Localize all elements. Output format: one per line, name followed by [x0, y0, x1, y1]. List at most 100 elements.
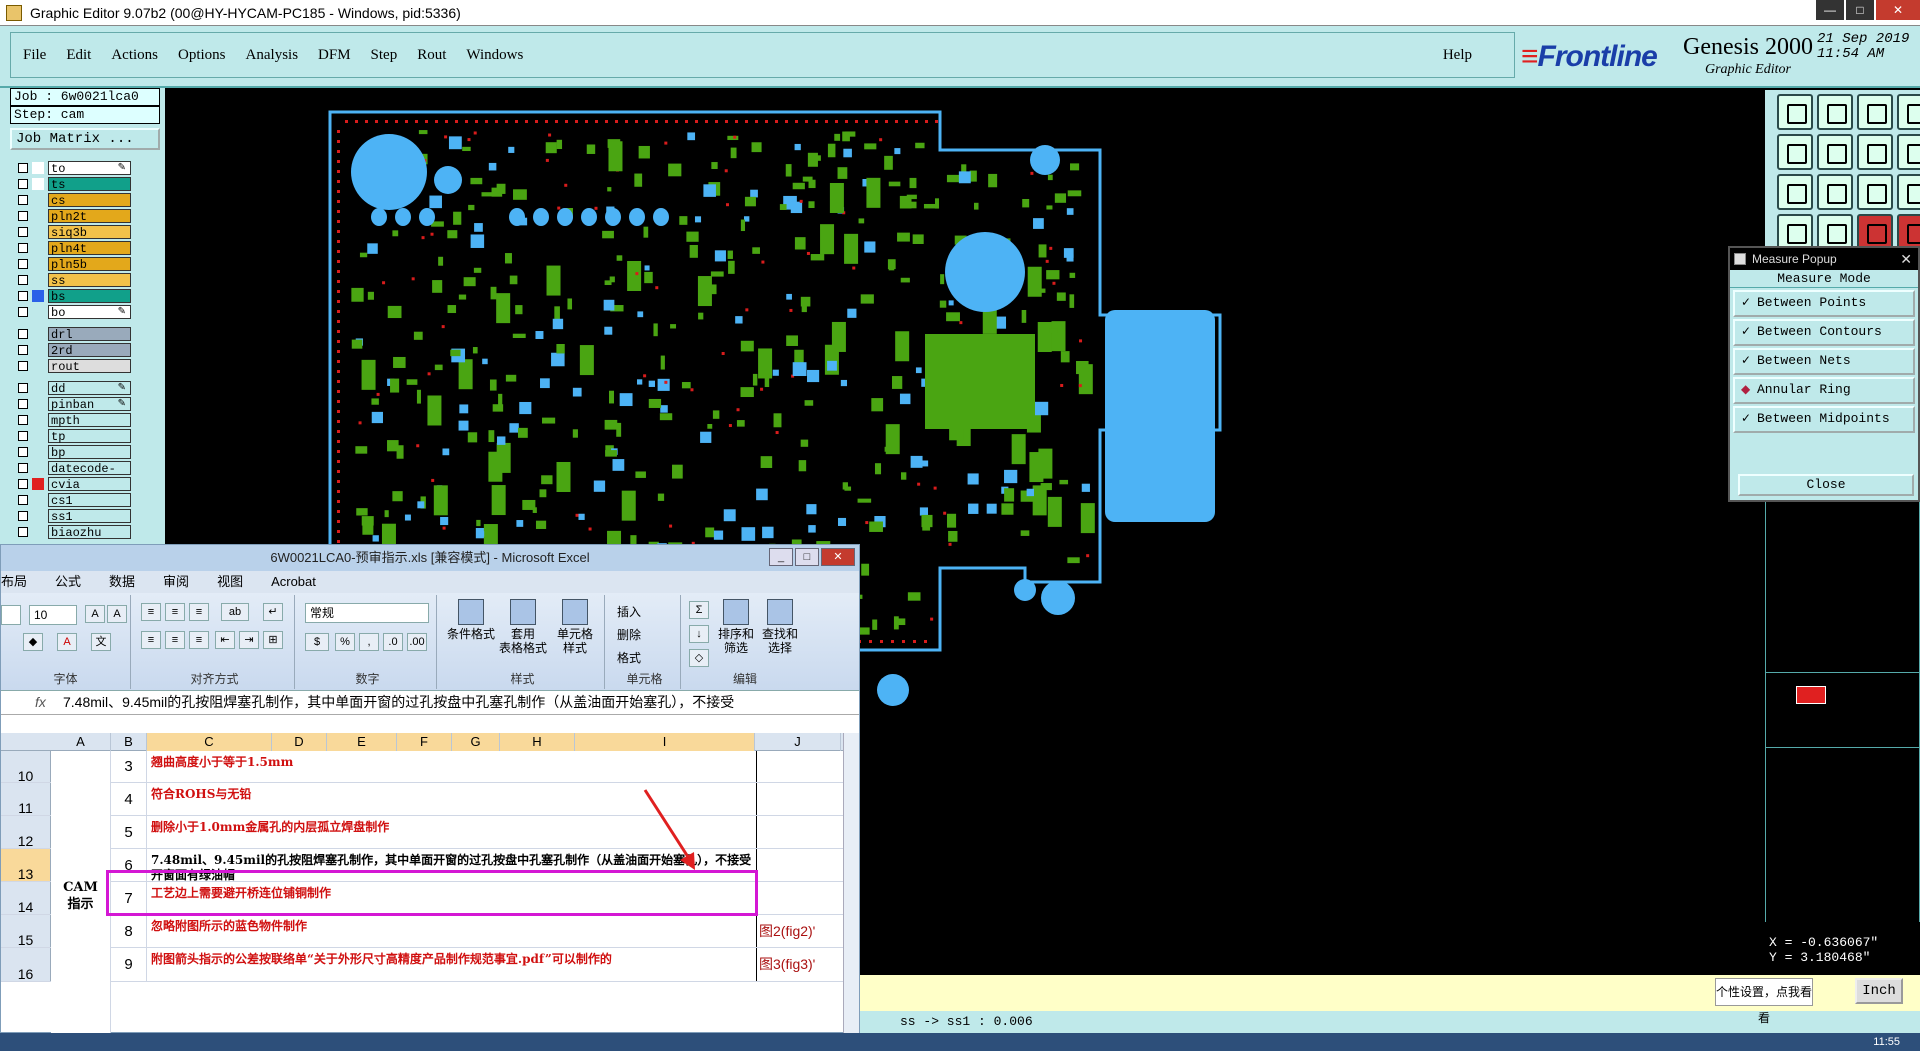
column-header[interactable]: I: [575, 733, 755, 751]
minimize-button[interactable]: —: [1816, 0, 1844, 20]
layer-affected-marker[interactable]: [32, 510, 44, 522]
comma-button[interactable]: ,: [359, 633, 379, 651]
layer-affected-marker[interactable]: [32, 162, 44, 174]
format-as-table-button[interactable]: 套用 表格格式: [497, 599, 549, 655]
measure-close-button[interactable]: Close: [1738, 474, 1914, 496]
layer-affected-marker[interactable]: [32, 446, 44, 458]
layer-affected-marker[interactable]: [32, 526, 44, 538]
layer-checkbox[interactable]: [18, 307, 28, 317]
layer-name[interactable]: pln4t: [48, 241, 131, 256]
view-tool-button[interactable]: [1817, 174, 1853, 210]
measure-option[interactable]: ✓ Between Points: [1733, 290, 1915, 317]
align-center-button[interactable]: ≡: [165, 631, 185, 649]
cell-c[interactable]: 附图箭头指示的公差按联络单“关于外形尺寸高精度产品制作规范事宜.pdf”可以制作…: [147, 948, 757, 981]
layer-checkbox[interactable]: [18, 259, 28, 269]
layer-affected-marker[interactable]: [32, 306, 44, 318]
units-button[interactable]: Inch: [1855, 978, 1903, 1004]
maximize-button[interactable]: □: [1846, 0, 1874, 20]
view-tool-button[interactable]: [1897, 214, 1920, 250]
align-top-button[interactable]: ≡: [141, 603, 161, 621]
layer-row[interactable]: pln2t: [10, 208, 135, 224]
layer-name[interactable]: dd ✎: [48, 381, 131, 396]
ribbon-tab[interactable]: 公式: [55, 571, 81, 593]
row-header[interactable]: 15: [1, 915, 51, 948]
layer-row[interactable]: dd ✎: [10, 380, 135, 396]
align-left-button[interactable]: ≡: [141, 631, 161, 649]
layer-name[interactable]: rout: [48, 359, 131, 374]
excel-minimize-button[interactable]: _: [769, 548, 793, 566]
layer-checkbox[interactable]: [18, 211, 28, 221]
layer-affected-marker[interactable]: [32, 478, 44, 490]
wrap-text-button[interactable]: ↵: [263, 603, 283, 621]
menu-actions[interactable]: Actions: [111, 47, 158, 64]
layer-affected-marker[interactable]: [32, 462, 44, 474]
column-header[interactable]: B: [111, 733, 147, 751]
cell-j-link[interactable]: [757, 882, 843, 914]
view-tool-button[interactable]: [1857, 94, 1893, 130]
increase-indent-button[interactable]: ⇥: [239, 631, 259, 649]
layer-row[interactable]: pln4t: [10, 240, 135, 256]
layer-name[interactable]: pinban ✎: [48, 397, 131, 412]
layer-checkbox[interactable]: [18, 383, 28, 393]
layer-checkbox[interactable]: [18, 179, 28, 189]
layer-name[interactable]: biaozhu: [48, 525, 131, 540]
orientation-button[interactable]: ab: [221, 603, 249, 621]
align-right-button[interactable]: ≡: [189, 631, 209, 649]
view-tool-button[interactable]: [1897, 134, 1920, 170]
format-cells-button[interactable]: 格式: [617, 647, 641, 670]
measure-option[interactable]: ✓ Between Contours: [1733, 319, 1915, 346]
layer-affected-marker[interactable]: [32, 290, 44, 302]
ribbon-tab[interactable]: 审阅: [163, 571, 189, 593]
layer-name[interactable]: ss1: [48, 509, 131, 524]
conditional-format-button[interactable]: 条件格式: [447, 599, 495, 641]
column-header[interactable]: C: [147, 733, 272, 751]
layer-affected-marker[interactable]: [32, 360, 44, 372]
cell-b[interactable]: 8: [111, 915, 147, 947]
layer-row[interactable]: mpth: [10, 412, 135, 428]
layer-checkbox[interactable]: [18, 275, 28, 285]
clear-button[interactable]: ◇: [689, 649, 709, 667]
layer-row[interactable]: cs: [10, 192, 135, 208]
view-tool-button[interactable]: [1897, 174, 1920, 210]
view-tool-button[interactable]: [1817, 94, 1853, 130]
font-name-select[interactable]: [1, 605, 21, 625]
view-tool-button[interactable]: [1777, 134, 1813, 170]
layer-row[interactable]: rout: [10, 358, 135, 374]
menu-help[interactable]: Help: [1443, 47, 1472, 64]
column-header[interactable]: G: [452, 733, 500, 751]
layer-checkbox[interactable]: [18, 431, 28, 441]
layer-checkbox[interactable]: [18, 495, 28, 505]
insert-cells-button[interactable]: 插入: [617, 601, 641, 624]
cell-j-link[interactable]: 图3(fig3)': [757, 948, 843, 981]
merge-center-button[interactable]: ⊞: [263, 631, 283, 649]
layer-affected-marker[interactable]: [32, 194, 44, 206]
layer-affected-marker[interactable]: [32, 414, 44, 426]
layer-affected-marker[interactable]: [32, 328, 44, 340]
decrease-indent-button[interactable]: ⇤: [215, 631, 235, 649]
layer-affected-marker[interactable]: [32, 210, 44, 222]
column-header[interactable]: H: [500, 733, 575, 751]
view-tool-button[interactable]: [1857, 174, 1893, 210]
layer-name[interactable]: ts: [48, 177, 131, 192]
layer-affected-marker[interactable]: [32, 274, 44, 286]
layer-name[interactable]: to ✎: [48, 161, 131, 176]
ribbon-tab[interactable]: 视图: [217, 571, 243, 593]
menu-rout[interactable]: Rout: [417, 47, 446, 64]
fill-button[interactable]: ↓: [689, 625, 709, 643]
layer-checkbox[interactable]: [18, 527, 28, 537]
column-header[interactable]: J: [755, 733, 841, 751]
ribbon-tab[interactable]: Acrobat: [271, 571, 316, 593]
percent-button[interactable]: %: [335, 633, 355, 651]
phonetic-button[interactable]: 文: [91, 633, 111, 651]
row-header[interactable]: 11: [1, 783, 51, 816]
column-header[interactable]: F: [397, 733, 452, 751]
layer-affected-marker[interactable]: [32, 430, 44, 442]
layer-name[interactable]: datecode-pt: [48, 461, 131, 490]
row-header[interactable]: 13: [1, 849, 51, 882]
layer-row[interactable]: datecode-pt: [10, 460, 135, 490]
menu-dfm[interactable]: DFM: [318, 47, 351, 64]
decrease-decimal-button[interactable]: .00: [407, 633, 427, 651]
layer-checkbox[interactable]: [18, 345, 28, 355]
fx-icon[interactable]: fx: [35, 691, 46, 713]
view-tool-button[interactable]: [1857, 214, 1893, 250]
